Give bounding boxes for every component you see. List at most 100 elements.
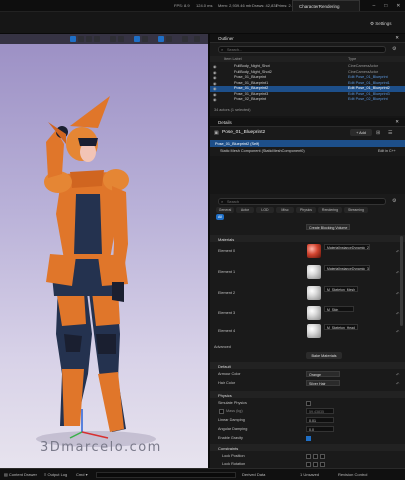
details-search-input[interactable]: ⌕ Search [218, 198, 386, 205]
enable-gravity-checkbox[interactable] [306, 436, 311, 441]
lock-rotation-z[interactable] [320, 462, 325, 467]
tab-all[interactable]: All [216, 214, 224, 220]
eye-icon[interactable]: ◉ [213, 81, 217, 86]
material-thumbnail[interactable] [307, 306, 321, 320]
material-thumbnail[interactable] [307, 265, 321, 279]
material-picker[interactable]: M_Skin [324, 306, 354, 312]
maximize-viewport-icon[interactable] [194, 36, 200, 42]
maximize-icon[interactable]: □ [384, 3, 387, 9]
outliner-header: Outliner ✕ [210, 34, 405, 43]
lock-position-z[interactable] [320, 454, 325, 459]
grid-icon[interactable]: ⚙ [392, 198, 396, 204]
minimize-icon[interactable]: – [372, 3, 375, 9]
filter-icon[interactable]: ⚙ [392, 46, 396, 52]
character-render [36, 96, 156, 447]
world-local-icon[interactable] [110, 36, 116, 42]
physics-section-header[interactable]: Physics [210, 391, 405, 398]
close-icon[interactable]: ✕ [395, 35, 399, 41]
mass-override-checkbox[interactable] [219, 409, 224, 414]
reset-arrow-icon[interactable]: ↶ [396, 270, 399, 275]
tab-lod[interactable]: LOD [256, 207, 274, 213]
eye-icon[interactable]: ◉ [213, 64, 217, 69]
surface-snap-icon[interactable] [118, 36, 124, 42]
lock-position-x[interactable] [306, 454, 311, 459]
project-tab[interactable]: CharacterRendering [292, 0, 360, 11]
rotate-icon[interactable] [86, 36, 92, 42]
details-scrollbar[interactable] [400, 236, 403, 326]
linear-damping-field[interactable]: 0.01 [306, 417, 334, 423]
outliner-row[interactable]: ◉ Pose_02_Blueprint Edit Pose_02_Blueprint [210, 97, 405, 103]
mass-field[interactable]: 59.43835 [306, 408, 334, 414]
unsaved-button[interactable]: 1 Unsaved [300, 472, 319, 477]
tab-streaming[interactable]: Streaming [344, 207, 368, 213]
settings-icon[interactable]: ☰ [388, 130, 392, 136]
eye-icon[interactable]: ◉ [213, 92, 217, 97]
materials-section-header[interactable]: Materials [210, 235, 405, 242]
component-child-row[interactable]: Static Mesh Component (StaticMeshCompone… [210, 147, 405, 154]
reset-arrow-icon[interactable]: ↶ [396, 329, 399, 334]
col-item-label[interactable]: Item Label [224, 57, 242, 61]
level-viewport[interactable] [0, 34, 208, 468]
reset-arrow-icon[interactable]: ↶ [396, 249, 399, 254]
reset-arrow-icon[interactable]: ↶ [396, 381, 399, 386]
armour-color-dropdown[interactable]: Orange [306, 371, 340, 377]
revision-control-button[interactable]: Revision Control [338, 472, 367, 477]
default-section-header[interactable]: Default [210, 362, 405, 369]
tab-misc[interactable]: Misc [276, 207, 294, 213]
derived-data-button[interactable]: Derived Data [242, 472, 265, 477]
col-type[interactable]: Type [348, 57, 356, 61]
constraints-section-header[interactable]: Constraints [210, 444, 405, 451]
angular-damping-field[interactable]: 0.0 [306, 426, 334, 432]
watermark-text: 3Dmarcelo.com [40, 440, 162, 455]
close-icon[interactable]: ✕ [395, 119, 399, 125]
material-picker[interactable]: M_Skeleton_Mesh [324, 286, 358, 292]
bake-materials-button[interactable]: Bake Materials [306, 352, 342, 359]
lock-rotation-y[interactable] [313, 462, 318, 467]
content-drawer-button[interactable]: ▤ Content Drawer [4, 472, 37, 477]
reset-arrow-icon[interactable]: ↶ [396, 372, 399, 377]
add-component-button[interactable]: + Add [350, 129, 372, 136]
advanced-toggle[interactable]: Advanced [214, 345, 231, 349]
tab-actor[interactable]: Actor [236, 207, 254, 213]
output-log-button[interactable]: ≡ Output Log [44, 472, 67, 477]
cmd-dropdown[interactable]: Cmd ▾ [76, 472, 88, 477]
create-blocking-volume-dropdown[interactable]: Create Blocking Volume [306, 224, 350, 230]
eye-icon[interactable]: ◉ [213, 86, 217, 91]
hair-color-dropdown[interactable]: Silver Hair [306, 380, 340, 386]
component-root-row[interactable]: Pose_01_Blueprint2 (Self) [210, 140, 405, 147]
console-input[interactable] [96, 472, 236, 478]
simulate-physics-label: Simulate Physics [218, 401, 247, 405]
reset-arrow-icon[interactable]: ↶ [396, 311, 399, 316]
material-picker[interactable]: MaterialInstanceDynamic_3 [324, 265, 370, 271]
details-title: Details [218, 120, 232, 125]
eye-icon[interactable]: ◉ [213, 97, 217, 102]
grid-snap-icon[interactable] [134, 36, 140, 42]
camera-speed-icon[interactable] [182, 36, 188, 42]
tab-rendering[interactable]: Rendering [318, 207, 342, 213]
tab-physics[interactable]: Physics [296, 207, 316, 213]
edit-in-cpp-link[interactable]: Edit in C++ [378, 149, 396, 153]
rotation-snap-icon[interactable] [158, 36, 164, 42]
lock-position-label: Lock Position [222, 454, 245, 458]
material-picker[interactable]: MaterialInstanceDynamic_2 [324, 244, 370, 250]
tab-general[interactable]: General [216, 207, 234, 213]
material-thumbnail[interactable] [307, 286, 321, 300]
select-mode-icon[interactable] [70, 36, 76, 42]
material-thumbnail[interactable] [307, 324, 321, 338]
material-thumbnail[interactable] [307, 244, 321, 258]
blueprint-icon[interactable]: ⊞ [376, 130, 380, 136]
reset-arrow-icon[interactable]: ↶ [396, 291, 399, 296]
translate-icon[interactable] [78, 36, 84, 42]
grid-size-icon[interactable] [142, 36, 148, 42]
lock-rotation-x[interactable] [306, 462, 311, 467]
eye-icon[interactable]: ◉ [213, 70, 217, 75]
scale-icon[interactable] [94, 36, 100, 42]
material-picker[interactable]: M_Skeleton_Head [324, 324, 358, 330]
simulate-physics-checkbox[interactable] [306, 401, 311, 406]
lock-position-y[interactable] [313, 454, 318, 459]
close-icon[interactable]: ✕ [396, 3, 400, 9]
outliner-search-input[interactable]: ⌕ Search... [218, 46, 386, 53]
settings-button[interactable]: ⚙ Settings [370, 21, 392, 27]
rotation-size-icon[interactable] [166, 36, 172, 42]
eye-icon[interactable]: ◉ [213, 75, 217, 80]
